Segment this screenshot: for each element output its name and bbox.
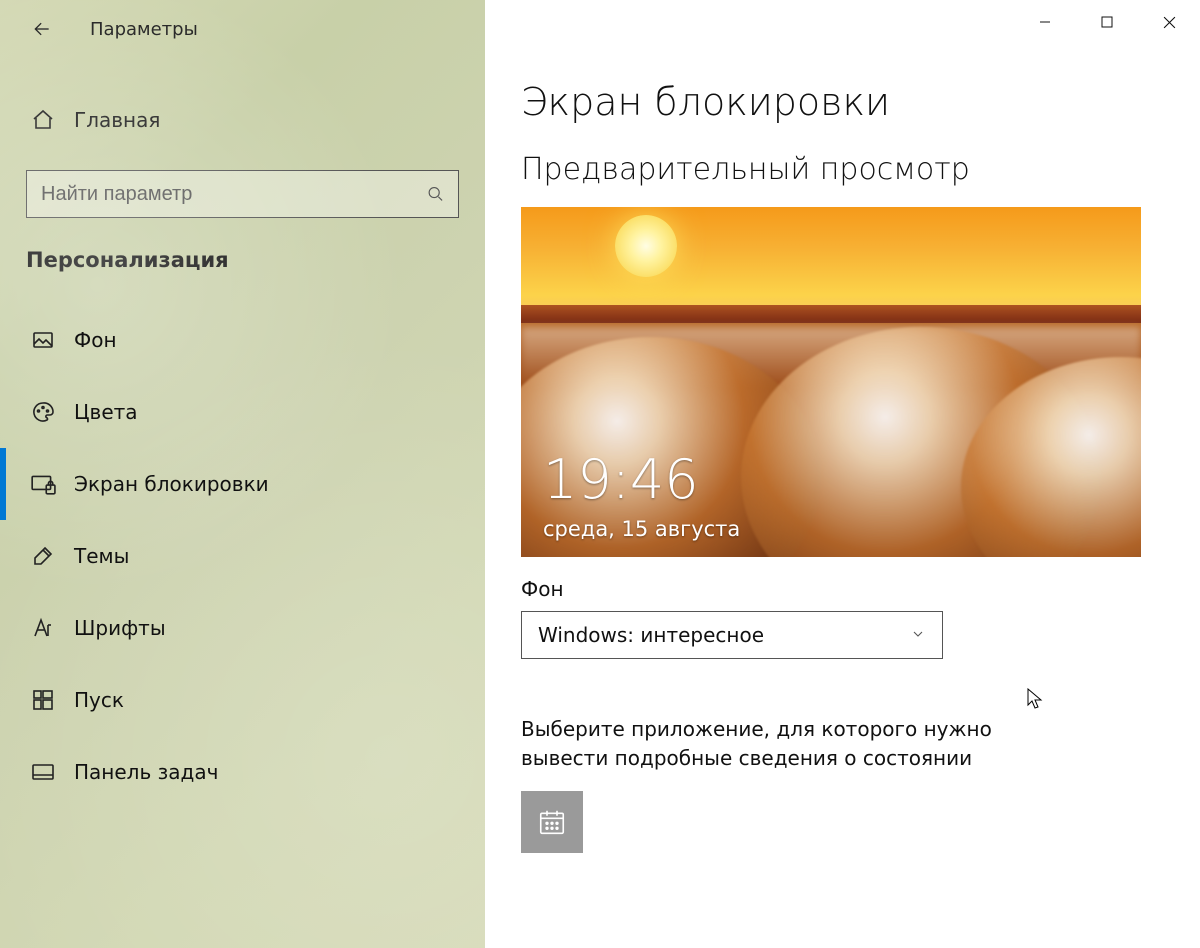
sidebar-item-label: Панель задач bbox=[74, 760, 218, 784]
nav-home-label: Главная bbox=[74, 108, 160, 132]
sidebar-item-themes[interactable]: Темы bbox=[0, 520, 485, 592]
sidebar-item-lockscreen[interactable]: Экран блокировки bbox=[0, 448, 485, 520]
sidebar-item-fonts[interactable]: Шрифты bbox=[0, 592, 485, 664]
main-panel: Экран блокировки Предварительный просмот… bbox=[485, 0, 1200, 948]
search-icon bbox=[427, 185, 444, 203]
page-title: Экран блокировки bbox=[521, 80, 1160, 124]
minimize-button[interactable] bbox=[1014, 0, 1076, 44]
home-icon bbox=[30, 107, 56, 133]
maximize-button[interactable] bbox=[1076, 0, 1138, 44]
cursor-icon bbox=[1027, 688, 1045, 710]
close-icon bbox=[1163, 16, 1176, 29]
titlebar: Параметры bbox=[0, 0, 485, 58]
sidebar-item-label: Цвета bbox=[74, 400, 138, 424]
theme-icon bbox=[30, 543, 56, 569]
maximize-icon bbox=[1101, 16, 1113, 28]
picture-icon bbox=[30, 327, 56, 353]
search-input[interactable] bbox=[41, 171, 427, 217]
sidebar-item-label: Темы bbox=[74, 544, 129, 568]
category-label: Персонализация bbox=[0, 218, 485, 286]
detailed-status-text: Выберите приложение, для которого нужно … bbox=[521, 715, 1081, 773]
preview-section-title: Предварительный просмотр bbox=[521, 152, 1160, 187]
back-button[interactable] bbox=[24, 11, 60, 47]
window-controls bbox=[1014, 0, 1200, 44]
background-label: Фон bbox=[521, 577, 1160, 601]
preview-time: 19:46 bbox=[543, 448, 699, 511]
minimize-icon bbox=[1039, 16, 1051, 28]
sidebar-item-taskbar[interactable]: Панель задач bbox=[0, 736, 485, 808]
sidebar-item-label: Пуск bbox=[74, 688, 124, 712]
sidebar-item-label: Фон bbox=[74, 328, 117, 352]
start-icon bbox=[30, 687, 56, 713]
lockscreen-icon bbox=[30, 471, 56, 497]
palette-icon bbox=[30, 399, 56, 425]
nav-list: Фон Цвета Экран блокировки Темы Шрифты bbox=[0, 304, 485, 808]
background-dropdown[interactable]: Windows: интересное bbox=[521, 611, 943, 659]
chevron-down-icon bbox=[910, 623, 926, 647]
close-button[interactable] bbox=[1138, 0, 1200, 44]
sidebar-item-start[interactable]: Пуск bbox=[0, 664, 485, 736]
sidebar: Параметры Главная Персонализация Фон Цве… bbox=[0, 0, 485, 948]
nav-home[interactable]: Главная bbox=[0, 90, 485, 150]
dropdown-value: Windows: интересное bbox=[538, 623, 764, 647]
calendar-icon bbox=[537, 807, 567, 837]
arrow-left-icon bbox=[32, 19, 52, 39]
search-box[interactable] bbox=[26, 170, 459, 218]
lockscreen-preview: 19:46 среда, 15 августа bbox=[521, 207, 1141, 557]
app-title: Параметры bbox=[90, 19, 198, 40]
sidebar-item-colors[interactable]: Цвета bbox=[0, 376, 485, 448]
sidebar-item-background[interactable]: Фон bbox=[0, 304, 485, 376]
font-icon bbox=[30, 615, 56, 641]
preview-date: среда, 15 августа bbox=[543, 517, 740, 541]
sidebar-item-label: Экран блокировки bbox=[74, 472, 269, 496]
detailed-status-app-tile[interactable] bbox=[521, 791, 583, 853]
taskbar-icon bbox=[30, 759, 56, 785]
sidebar-item-label: Шрифты bbox=[74, 616, 166, 640]
